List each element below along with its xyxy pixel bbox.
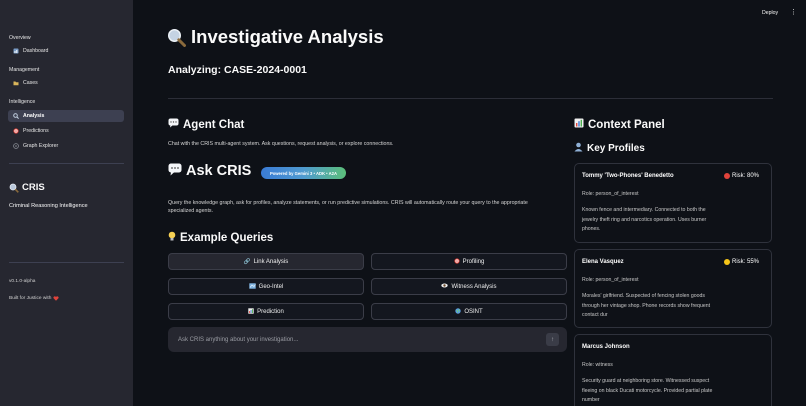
button-label: Profiling <box>462 258 485 265</box>
sidebar-item-dashboard[interactable]: Dashboard <box>8 45 124 57</box>
sidebar-item-label: Predictions <box>23 128 49 134</box>
speech-bubble-icon <box>168 118 179 131</box>
risk-dot-icon <box>723 173 730 179</box>
speech-bubble-icon <box>168 163 182 179</box>
case-subtitle: Analyzing: CASE-2024-0001 <box>168 64 307 76</box>
magnifier-icon <box>13 113 19 119</box>
agent-chat-heading: Agent Chat <box>168 118 244 131</box>
bar-chart-icon <box>574 118 584 131</box>
button-label: Prediction <box>257 308 284 315</box>
magnifier-icon <box>167 28 186 47</box>
sidebar-item-graph-explorer[interactable]: Graph Explorer <box>8 140 124 152</box>
person-icon <box>574 142 583 155</box>
risk-label: Risk: 55% <box>731 259 759 265</box>
lightbulb-icon <box>168 231 176 245</box>
sidebar-divider <box>9 262 124 263</box>
sidebar-item-cases[interactable]: Cases <box>8 77 124 89</box>
profiling-button[interactable]: Profiling <box>371 253 567 270</box>
footer-note: Built for Justice with <box>9 296 59 301</box>
profile-card[interactable]: Marcus Johnson Role: witness Security gu… <box>574 334 772 406</box>
sidebar-item-analysis[interactable]: Analysis <box>8 110 124 122</box>
deploy-button[interactable]: Deploy <box>762 10 778 16</box>
arrow-up-icon: ↑ <box>551 336 554 343</box>
link-icon: 🔗 <box>243 258 251 265</box>
sidebar: Overview Dashboard Management Cases Inte… <box>0 0 133 406</box>
risk-badge: Risk: 80% <box>723 173 759 179</box>
osint-button[interactable]: OSINT <box>371 303 567 320</box>
chat-input[interactable]: Ask CRIS anything about your investigati… <box>168 327 567 352</box>
risk-label: Risk: 80% <box>731 173 759 179</box>
target-icon <box>13 128 19 134</box>
risk-dot-icon <box>723 259 730 265</box>
example-queries-heading: Example Queries <box>168 231 273 245</box>
nav-section-intelligence: Intelligence <box>9 99 36 105</box>
profile-description: Morales' girlfriend. Suspected of fencin… <box>582 293 711 318</box>
profile-name: Tommy 'Two-Phones' Benedetto <box>582 173 674 179</box>
context-panel-heading-text: Context Panel <box>588 118 665 131</box>
target-icon <box>454 257 460 266</box>
version-label: v0.1.0-alpha <box>9 279 36 284</box>
profile-name: Marcus Johnson <box>582 344 630 350</box>
magnifier-icon <box>9 183 19 193</box>
powered-by-badge: Powered by Gemini 3 • ADK • A2A <box>261 167 346 179</box>
more-menu-icon[interactable]: ⋮ <box>790 8 797 16</box>
map-icon <box>248 282 256 291</box>
agent-chat-description: Chat with the CRIS multi-agent system. A… <box>168 141 394 147</box>
profile-role: Role: witness <box>582 362 613 368</box>
dashboard-icon <box>13 48 19 54</box>
chat-input-placeholder: Ask CRIS anything about your investigati… <box>178 336 299 343</box>
chart-icon <box>248 307 254 316</box>
brand-subtitle: Criminal Reasoning Intelligence <box>9 203 88 209</box>
page-title-text: Investigative Analysis <box>191 26 384 47</box>
brand-title: CRIS <box>9 182 45 193</box>
key-profiles-heading-text: Key Profiles <box>587 143 645 154</box>
example-queries-heading-text: Example Queries <box>180 232 274 244</box>
ask-cris-description-line: Query the knowledge graph, ask for profi… <box>168 200 528 206</box>
button-label: OSINT <box>464 308 483 315</box>
divider <box>168 98 773 99</box>
sidebar-item-label: Cases <box>23 80 38 86</box>
context-panel-heading: Context Panel <box>574 118 665 131</box>
profile-description: Known fence and intermediary. Connected … <box>582 207 707 232</box>
button-label: Geo-Intel <box>258 283 284 290</box>
witness-analysis-button[interactable]: Witness Analysis <box>371 278 567 295</box>
sidebar-divider <box>9 163 124 164</box>
profile-name: Elena Vasquez <box>582 259 624 265</box>
nav-section-overview: Overview <box>9 35 31 41</box>
send-button[interactable]: ↑ <box>546 333 559 346</box>
sidebar-item-label: Analysis <box>23 113 45 119</box>
ask-cris-description-line: specialized agents. <box>168 208 214 214</box>
page-title: Investigative Analysis <box>167 26 384 48</box>
profile-role: Role: person_of_interest <box>582 191 639 197</box>
ask-cris-heading: Ask CRIS <box>168 163 251 179</box>
heart-icon <box>53 296 59 301</box>
profile-card[interactable]: Tommy 'Two-Phones' Benedetto Risk: 80% R… <box>574 163 772 243</box>
risk-badge: Risk: 55% <box>723 259 759 265</box>
footer-text: Built for Justice with <box>9 296 52 301</box>
ask-cris-description: Query the knowledge graph, ask for profi… <box>168 199 568 215</box>
sidebar-item-label: Graph Explorer <box>23 143 59 149</box>
profile-description: Security guard at neighboring store. Wit… <box>582 378 713 403</box>
nav-section-management: Management <box>9 67 40 73</box>
eye-icon <box>441 283 449 290</box>
key-profiles-heading: Key Profiles <box>574 142 645 155</box>
sidebar-item-label: Dashboard <box>23 48 49 54</box>
profile-role: Role: person_of_interest <box>582 277 639 283</box>
folder-icon <box>13 80 19 86</box>
button-label: Link Analysis <box>253 258 289 265</box>
geo-intel-button[interactable]: Geo-Intel <box>168 278 364 295</box>
link-analysis-button[interactable]: 🔗 Link Analysis <box>168 253 364 270</box>
sidebar-item-predictions[interactable]: Predictions <box>8 125 124 137</box>
network-icon <box>13 143 19 149</box>
globe-icon <box>455 307 462 316</box>
agent-chat-heading-text: Agent Chat <box>183 118 245 131</box>
brand-name: CRIS <box>22 182 45 193</box>
prediction-button[interactable]: Prediction <box>168 303 364 320</box>
ask-cris-heading-text: Ask CRIS <box>186 163 252 179</box>
button-label: Witness Analysis <box>451 283 497 290</box>
profile-card[interactable]: Elena Vasquez Risk: 55% Role: person_of_… <box>574 249 772 328</box>
